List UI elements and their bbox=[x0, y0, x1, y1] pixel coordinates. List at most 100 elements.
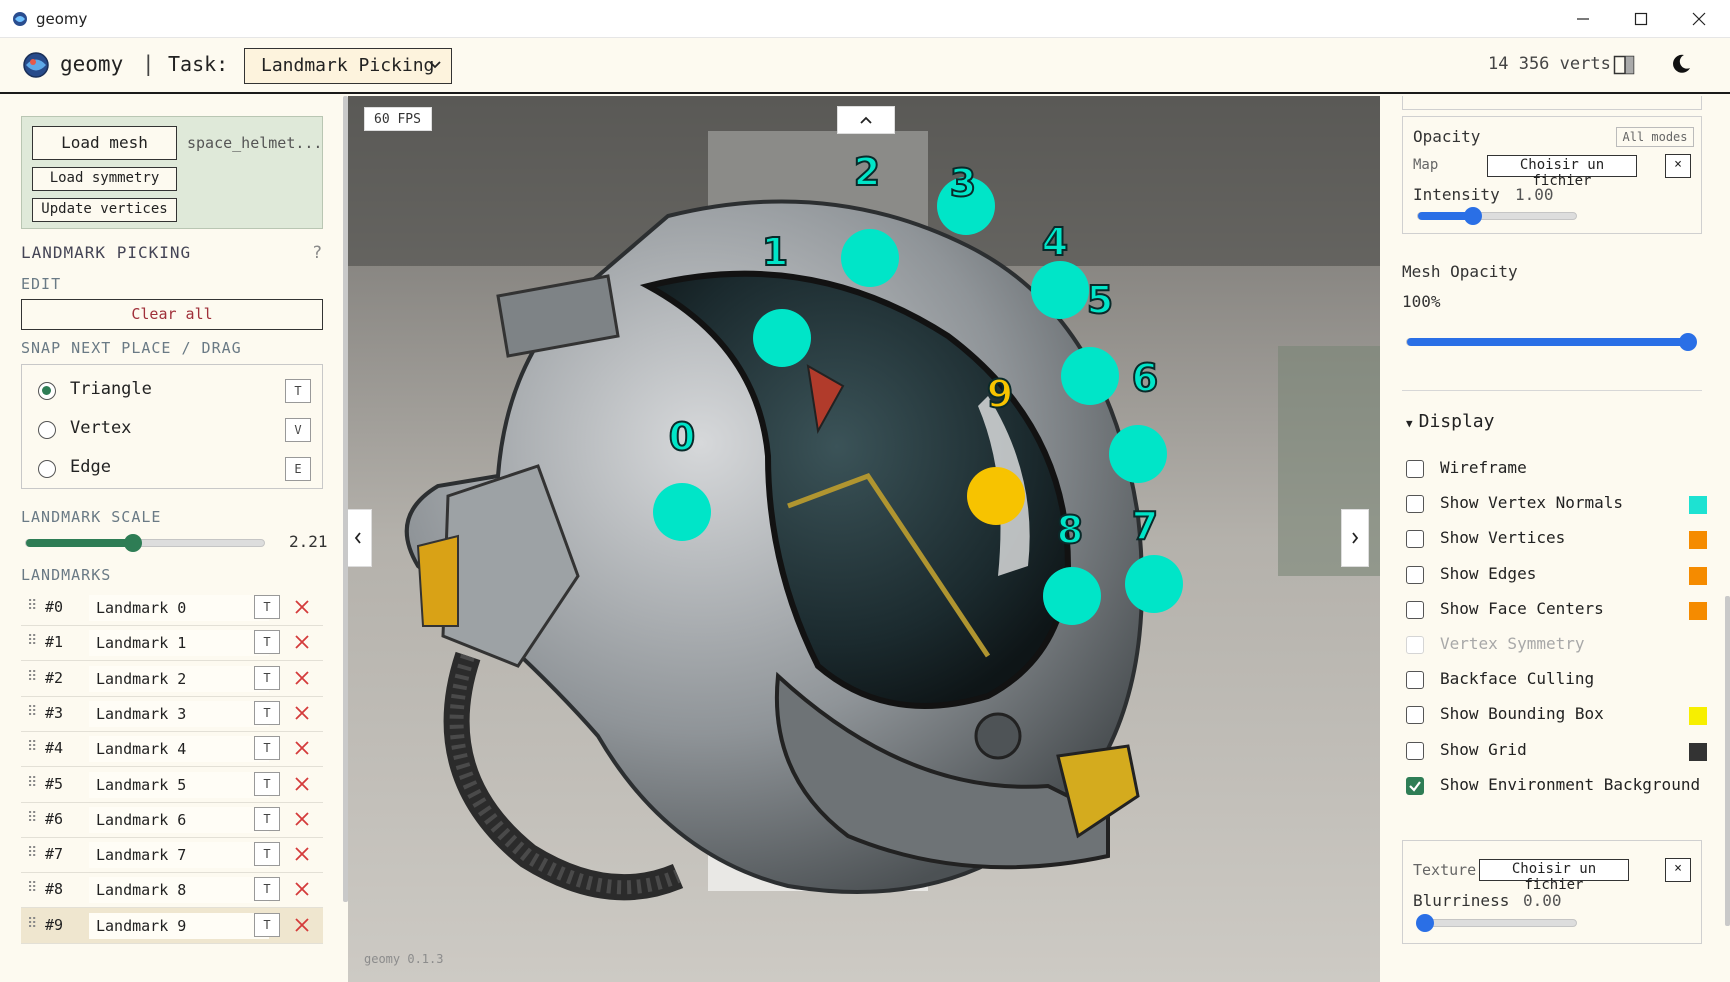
snap-mode-key[interactable]: T bbox=[254, 630, 280, 655]
snap-mode-key[interactable]: T bbox=[254, 912, 280, 937]
display-option-show-grid[interactable]: Show Grid bbox=[1402, 734, 1707, 768]
delete-landmark-icon[interactable] bbox=[291, 914, 313, 936]
delete-landmark-icon[interactable] bbox=[291, 631, 313, 653]
landmark-row[interactable]: ⠿ #0 Landmark 0T bbox=[21, 590, 323, 626]
color-swatch[interactable] bbox=[1689, 742, 1707, 761]
landmark-row[interactable]: ⠿ #3 Landmark 3T bbox=[21, 696, 323, 732]
minimize-button[interactable] bbox=[1554, 0, 1612, 38]
delete-landmark-icon[interactable] bbox=[291, 878, 313, 900]
collapse-right-panel-button[interactable] bbox=[1341, 509, 1369, 567]
landmark-marker-1[interactable] bbox=[753, 309, 811, 367]
checkbox[interactable] bbox=[1406, 776, 1424, 795]
checkbox[interactable] bbox=[1406, 565, 1424, 584]
landmark-name-input[interactable]: Landmark 5 bbox=[89, 771, 269, 798]
landmark-scale-slider[interactable] bbox=[25, 534, 265, 552]
color-swatch[interactable] bbox=[1689, 601, 1707, 620]
drag-handle-icon[interactable]: ⠿ bbox=[27, 845, 37, 861]
display-option-show-face-centers[interactable]: Show Face Centers bbox=[1402, 593, 1707, 627]
map-clear-button[interactable]: × bbox=[1665, 154, 1691, 178]
helmet-render[interactable]: 0 1 2 3 456 7 8 9 bbox=[348, 96, 1380, 982]
color-swatch[interactable] bbox=[1689, 566, 1707, 585]
landmark-marker-0[interactable] bbox=[653, 483, 711, 541]
landmark-row[interactable]: ⠿ #6 Landmark 6T bbox=[21, 802, 323, 838]
snap-radio[interactable] bbox=[38, 421, 56, 439]
landmark-marker-7[interactable] bbox=[1125, 555, 1183, 613]
drag-handle-icon[interactable]: ⠿ bbox=[27, 633, 37, 649]
snap-option-triangle[interactable]: Triangle T bbox=[22, 370, 322, 408]
drag-handle-icon[interactable]: ⠿ bbox=[27, 739, 37, 755]
clear-all-button[interactable]: Clear all bbox=[21, 299, 323, 330]
snap-mode-key[interactable]: T bbox=[254, 842, 280, 867]
landmark-name-input[interactable]: Landmark 3 bbox=[89, 700, 269, 727]
checkbox[interactable] bbox=[1406, 530, 1424, 549]
snap-mode-key[interactable]: T bbox=[254, 665, 280, 690]
display-option-show-environment-background[interactable]: Show Environment Background bbox=[1402, 769, 1707, 803]
collapse-left-panel-button[interactable] bbox=[348, 509, 372, 567]
landmark-row[interactable]: ⠿ #2 Landmark 2T bbox=[21, 661, 323, 697]
right-panel-scrollbar[interactable] bbox=[1725, 596, 1730, 926]
drag-handle-icon[interactable]: ⠿ bbox=[27, 598, 37, 614]
landmark-row[interactable]: ⠿ #7 Landmark 7T bbox=[21, 837, 323, 874]
display-option-wireframe[interactable]: Wireframe bbox=[1402, 452, 1707, 486]
display-option-backface-culling[interactable]: Backface Culling bbox=[1402, 663, 1707, 697]
landmark-row[interactable]: ⠿ #9 Landmark 9T bbox=[21, 907, 323, 944]
blurriness-thumb[interactable] bbox=[1416, 914, 1434, 932]
landmark-marker-4[interactable] bbox=[1031, 261, 1089, 319]
delete-landmark-icon[interactable] bbox=[291, 596, 313, 618]
checkbox[interactable] bbox=[1406, 741, 1424, 760]
display-section-header[interactable]: ▼ Display bbox=[1406, 411, 1494, 432]
toggle-panel-icon[interactable] bbox=[1613, 54, 1635, 76]
snap-option-vertex[interactable]: Vertex V bbox=[22, 409, 322, 447]
landmark-marker-2[interactable] bbox=[841, 229, 899, 287]
texture-clear-button[interactable]: × bbox=[1665, 858, 1691, 882]
landmark-name-input[interactable]: Landmark 6 bbox=[89, 806, 269, 833]
checkbox[interactable] bbox=[1406, 495, 1424, 514]
landmark-marker-6[interactable] bbox=[1109, 425, 1167, 483]
collapse-top-button[interactable] bbox=[837, 106, 895, 134]
landmark-row[interactable]: ⠿ #4 Landmark 4T bbox=[21, 731, 323, 768]
blurriness-slider[interactable] bbox=[1416, 914, 1577, 932]
map-file-button[interactable]: Choisir un fichier bbox=[1487, 155, 1637, 189]
snap-radio[interactable] bbox=[38, 460, 56, 478]
snap-option-edge[interactable]: Edge E bbox=[22, 448, 322, 486]
mesh-opacity-thumb[interactable] bbox=[1679, 333, 1697, 351]
drag-handle-icon[interactable]: ⠿ bbox=[27, 704, 37, 720]
display-option-show-vertex-normals[interactable]: Show Vertex Normals bbox=[1402, 487, 1707, 521]
landmark-name-input[interactable]: Landmark 9 bbox=[89, 912, 269, 939]
drag-handle-icon[interactable]: ⠿ bbox=[27, 669, 37, 685]
delete-landmark-icon[interactable] bbox=[291, 737, 313, 759]
landmark-row[interactable]: ⠿ #5 Landmark 5T bbox=[21, 767, 323, 803]
landmark-name-input[interactable]: Landmark 1 bbox=[89, 630, 269, 657]
drag-handle-icon[interactable]: ⠿ bbox=[27, 880, 37, 896]
landmark-name-input[interactable]: Landmark 0 bbox=[89, 595, 269, 621]
update-vertices-button[interactable]: Update vertices bbox=[32, 198, 177, 222]
delete-landmark-icon[interactable] bbox=[291, 667, 313, 689]
display-option-show-vertices[interactable]: Show Vertices bbox=[1402, 522, 1707, 556]
landmark-name-input[interactable]: Landmark 2 bbox=[89, 665, 269, 692]
mesh-opacity-slider[interactable] bbox=[1406, 333, 1697, 351]
load-symmetry-button[interactable]: Load symmetry bbox=[32, 167, 177, 191]
snap-mode-key[interactable]: T bbox=[254, 700, 280, 725]
drag-handle-icon[interactable]: ⠿ bbox=[27, 775, 37, 791]
delete-landmark-icon[interactable] bbox=[291, 773, 313, 795]
snap-mode-key[interactable]: T bbox=[254, 806, 280, 831]
texture-file-button[interactable]: Choisir un fichier bbox=[1479, 859, 1629, 893]
checkbox[interactable] bbox=[1406, 460, 1424, 478]
load-mesh-button[interactable]: Load mesh bbox=[32, 126, 177, 160]
color-swatch[interactable] bbox=[1689, 496, 1707, 515]
close-button[interactable] bbox=[1670, 0, 1728, 38]
help-button[interactable]: ? bbox=[312, 243, 322, 263]
snap-mode-key[interactable]: T bbox=[254, 595, 280, 619]
snap-radio[interactable] bbox=[38, 382, 56, 400]
checkbox[interactable] bbox=[1406, 706, 1424, 725]
snap-mode-key[interactable]: T bbox=[254, 877, 280, 902]
intensity-thumb[interactable] bbox=[1464, 207, 1482, 225]
landmark-row[interactable]: ⠿ #1 Landmark 1T bbox=[21, 625, 323, 662]
checkbox[interactable] bbox=[1406, 600, 1424, 619]
maximize-button[interactable] bbox=[1612, 0, 1670, 38]
display-option-show-edges[interactable]: Show Edges bbox=[1402, 558, 1707, 592]
delete-landmark-icon[interactable] bbox=[291, 702, 313, 724]
intensity-slider[interactable] bbox=[1417, 207, 1577, 225]
all-modes-badge[interactable]: All modes bbox=[1616, 127, 1694, 147]
3d-viewport[interactable]: 0 1 2 3 456 7 8 9 60 FPS geomy 0.1.3 bbox=[348, 96, 1380, 982]
